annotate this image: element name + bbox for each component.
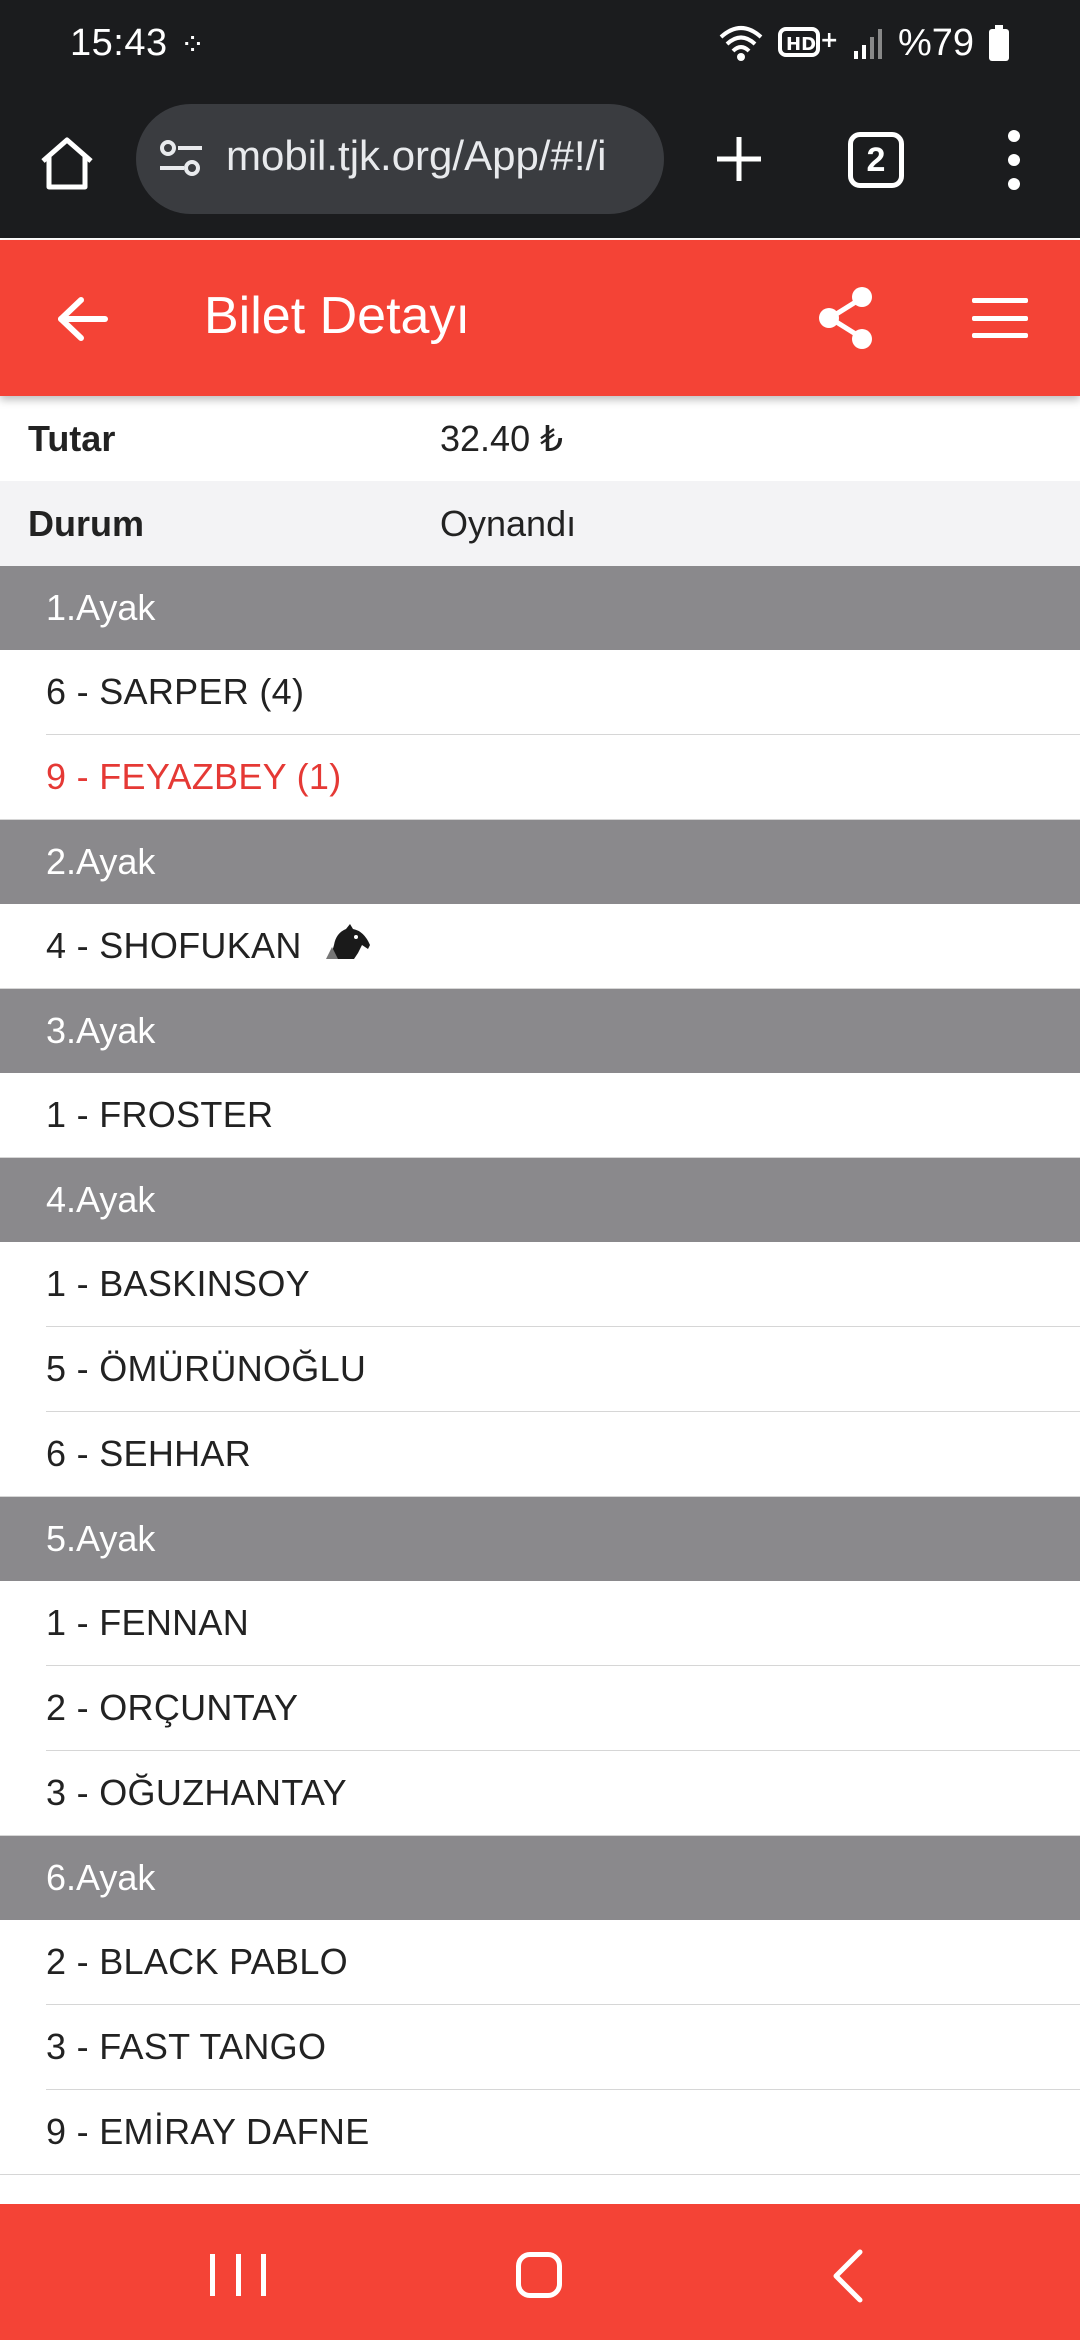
- horse-name: 4 - SHOFUKAN: [46, 925, 302, 966]
- horse-name: 3 - OĞUZHANTAY: [46, 1772, 347, 1813]
- horse-row: 1 - BASKINSOY: [46, 1242, 1080, 1327]
- leg-header: 5.Ayak: [0, 1497, 1080, 1581]
- system-home-button[interactable]: [516, 2252, 562, 2298]
- svg-text:+: +: [820, 28, 838, 53]
- horse-row: 6 - SEHHAR: [0, 1412, 1080, 1497]
- battery-level: %79: [897, 21, 974, 64]
- new-tab-button[interactable]: [704, 124, 774, 194]
- browser-menu-button[interactable]: [996, 124, 1032, 196]
- horse-row-winner: 9 - FEYAZBEY (1): [0, 735, 1080, 820]
- amount-value: 32.40 ₺: [440, 417, 563, 459]
- menu-line: [972, 315, 1028, 321]
- horse-row: 2 - BLACK PABLO: [46, 1920, 1080, 2005]
- wifi-icon: [718, 23, 764, 63]
- dot-icon: [1008, 154, 1020, 166]
- leg-header: 4.Ayak: [0, 1158, 1080, 1242]
- horse-head-icon: [324, 923, 372, 970]
- horse-row: 9 - EMİRAY DAFNE: [0, 2090, 1080, 2175]
- page-title: Bilet Detayı: [204, 287, 470, 345]
- dot-icon: [1008, 130, 1020, 142]
- recent-line: [261, 2254, 266, 2296]
- status-time: 15:43: [70, 22, 168, 64]
- recent-line: [210, 2254, 215, 2296]
- ticket-detail: Tutar 32.40 ₺ Durum Oynandı 1.Ayak 6 - S…: [0, 396, 1080, 2175]
- horse-name: 5 - ÖMÜRÜNOĞLU: [46, 1348, 367, 1389]
- site-settings-icon[interactable]: [158, 136, 204, 187]
- recent-line: [235, 2254, 241, 2296]
- dot-icon: [1008, 178, 1020, 190]
- info-row-amount: Tutar 32.40 ₺: [0, 396, 1080, 481]
- system-nav-bar: [0, 2204, 1080, 2340]
- leg-header: 3.Ayak: [0, 989, 1080, 1073]
- tab-switcher-button[interactable]: 2: [848, 132, 904, 188]
- horse-name: 1 - FENNAN: [46, 1602, 250, 1643]
- battery-icon: [988, 24, 1010, 62]
- amount-label: Tutar: [28, 417, 116, 459]
- share-icon: [819, 287, 872, 349]
- address-bar[interactable]: mobil.tjk.org/App/#!/i: [136, 104, 664, 214]
- browser-home-button[interactable]: [32, 128, 102, 198]
- horse-row: 1 - FENNAN: [46, 1581, 1080, 1666]
- home-icon: [41, 137, 93, 190]
- info-row-status: Durum Oynandı: [0, 481, 1080, 566]
- horse-name: 9 - FEYAZBEY (1): [46, 756, 342, 797]
- horse-row: 3 - OĞUZHANTAY: [0, 1751, 1080, 1836]
- url-text[interactable]: mobil.tjk.org/App/#!/i: [226, 132, 646, 180]
- horse-name: 6 - SEHHAR: [46, 1433, 252, 1474]
- signal-icon: [852, 25, 884, 61]
- status-value: Oynandı: [440, 502, 577, 544]
- leg-header: 1.Ayak: [0, 566, 1080, 650]
- horse-row: 4 - SHOFUKAN: [0, 904, 1080, 989]
- menu-button[interactable]: [968, 288, 1032, 348]
- sparkle-icon: ⁘: [180, 29, 206, 62]
- horse-row: 6 - SARPER (4): [46, 650, 1080, 735]
- horse-name: 1 - BASKINSOY: [46, 1263, 310, 1304]
- menu-line: [972, 298, 1028, 303]
- chevron-left-icon: [833, 2249, 863, 2303]
- horse-name: 6 - SARPER (4): [46, 671, 305, 712]
- horse-name: 2 - BLACK PABLO: [46, 1941, 348, 1982]
- horse-name: 3 - FAST TANGO: [46, 2026, 327, 2067]
- horse-row: 1 - FROSTER: [0, 1073, 1080, 1158]
- leg-header: 2.Ayak: [0, 820, 1080, 904]
- status-indicators: HD + %79: [718, 18, 1010, 68]
- status-label: Durum: [28, 502, 144, 544]
- svg-text:HD: HD: [786, 34, 816, 55]
- app-header: Bilet Detayı: [0, 240, 1080, 396]
- horse-row: 2 - ORÇUNTAY: [46, 1666, 1080, 1751]
- status-bar: 15:43 ⁘ HD + %79: [0, 0, 1080, 88]
- horse-name: 9 - EMİRAY DAFNE: [46, 2111, 370, 2152]
- horse-name: 1 - FROSTER: [46, 1094, 274, 1135]
- arrow-left-icon: [58, 297, 108, 341]
- horse-row: 3 - FAST TANGO: [46, 2005, 1080, 2090]
- recent-apps-button[interactable]: [210, 2254, 266, 2296]
- browser-toolbar: mobil.tjk.org/App/#!/i 2: [0, 88, 1080, 238]
- horse-name: 2 - ORÇUNTAY: [46, 1687, 299, 1728]
- share-button[interactable]: [808, 278, 884, 358]
- plus-icon: [717, 137, 761, 181]
- network-type-icon: HD +: [777, 23, 838, 63]
- system-back-button[interactable]: [828, 2248, 868, 2304]
- horse-row: 5 - ÖMÜRÜNOĞLU: [46, 1327, 1080, 1412]
- leg-header: 6.Ayak: [0, 1836, 1080, 1920]
- back-button[interactable]: [48, 284, 118, 354]
- menu-line: [972, 333, 1028, 338]
